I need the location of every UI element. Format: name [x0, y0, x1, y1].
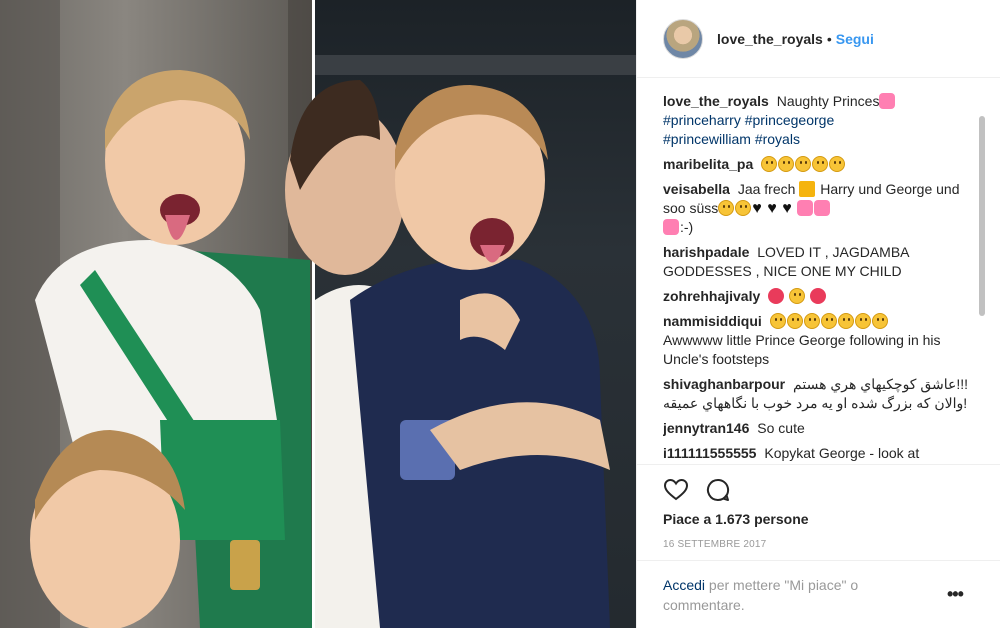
crown-emoji-icon — [799, 181, 816, 197]
caption-text: Naughty Princes — [776, 93, 880, 109]
comment-username[interactable]: veisabella — [663, 181, 730, 197]
heart-emoji-icon — [663, 219, 679, 235]
post-side-panel: love_the_royals • Segui love_the_royals … — [636, 0, 1000, 628]
login-prompt: Accedi per mettere "Mi piace" o commenta… — [637, 560, 1000, 628]
black-heart-emoji-icon — [767, 199, 781, 218]
ellipsis-icon[interactable]: ••• — [947, 585, 969, 603]
post-header: love_the_royals • Segui — [637, 0, 1000, 78]
heart-emoji-icon — [797, 200, 814, 216]
black-heart-emoji-icon — [782, 199, 796, 218]
comments-scrollbar[interactable] — [979, 116, 985, 316]
comments-list[interactable]: love_the_royals Naughty Princes #princeh… — [663, 92, 977, 464]
grin-emoji-icon — [769, 313, 889, 329]
instagram-post: love_the_royals • Segui love_the_royals … — [0, 0, 1000, 628]
heart-emoji-icon — [814, 200, 831, 216]
caption-hashtags: #princeharry #princegeorge #princewillia… — [663, 112, 834, 147]
post-date[interactable]: 16 settembre 2017 — [663, 539, 766, 550]
smile-emoji-icon — [735, 200, 752, 216]
login-text: Accedi per mettere "Mi piace" o commenta… — [663, 575, 903, 615]
flower-emoji-icon — [809, 288, 826, 304]
comment: maribelita_pa — [663, 155, 977, 174]
hashtag-link[interactable]: #royals — [755, 131, 800, 147]
comment-username[interactable]: jennytran146 — [663, 420, 749, 436]
comment-text: Jaa frech — [737, 181, 796, 197]
post-actions: Piace a 1.673 persone 16 settembre 2017 — [637, 464, 1000, 550]
comment-text: Kopykat George - look at — [764, 445, 920, 461]
action-icons — [663, 477, 731, 503]
hashtag-link[interactable]: #princegeorge — [745, 112, 835, 128]
comment-username[interactable]: i111111555555 — [663, 445, 756, 461]
hashtag-link[interactable]: #princeharry — [663, 112, 741, 128]
heart-eyes-emoji-icon — [789, 288, 806, 304]
comment-text: :-) — [680, 219, 694, 235]
header-separator: • — [826, 30, 832, 47]
black-heart-emoji-icon — [752, 199, 766, 218]
kiss-emoji-icon — [768, 288, 785, 304]
hashtag-link[interactable]: #princewilliam — [663, 131, 751, 147]
comment: nammisiddiqui Awwwww little Prince Georg… — [663, 312, 977, 369]
comment-username[interactable]: nammisiddiqui — [663, 313, 762, 329]
comment: veisabella Jaa frech Harry und George un… — [663, 180, 977, 237]
header-username[interactable]: love_the_royals — [717, 31, 823, 47]
heart-outline-icon[interactable] — [663, 477, 689, 503]
comment-username[interactable]: shivaghanbarpour — [663, 376, 785, 392]
comment-username[interactable]: maribelita_pa — [663, 156, 753, 172]
heart-emoji-icon — [879, 93, 896, 109]
speech-bubble-icon[interactable] — [705, 477, 731, 503]
comment: jennytran146 So cute — [663, 419, 977, 438]
post-photo[interactable] — [0, 0, 636, 628]
comment: zohrehhajivaly — [663, 287, 977, 306]
caption: love_the_royals Naughty Princes #princeh… — [663, 92, 977, 149]
likes-count[interactable]: Piace a 1.673 persone — [663, 511, 809, 527]
comment-username[interactable]: harishpadale — [663, 244, 749, 260]
comment-text: !والان كه بزرگ شده او يه مرد خوب با نگاه… — [663, 395, 968, 411]
photo-illustration — [0, 0, 636, 628]
comment-text: Awwwww little Prince George following in… — [663, 332, 941, 367]
caption-username[interactable]: love_the_royals — [663, 93, 769, 109]
comment: i111111555555 Kopykat George - look at — [663, 444, 977, 463]
smile-emoji-icon — [718, 200, 735, 216]
login-link[interactable]: Accedi — [663, 577, 705, 593]
comment-text: So cute — [757, 420, 805, 436]
follow-button[interactable]: Segui — [836, 31, 874, 47]
comment-username[interactable]: zohrehhajivaly — [663, 288, 760, 304]
avatar[interactable] — [663, 18, 703, 59]
comment-text: !!!عاشق كوچكيهاي هري هستم — [793, 376, 969, 392]
laughing-emoji-icon — [761, 156, 846, 172]
comment: harishpadale LOVED IT , JAGDAMBA GODDESS… — [663, 243, 977, 281]
comment: shivaghanbarpour !!!عاشق كوچكيهاي هري هس… — [663, 375, 977, 413]
